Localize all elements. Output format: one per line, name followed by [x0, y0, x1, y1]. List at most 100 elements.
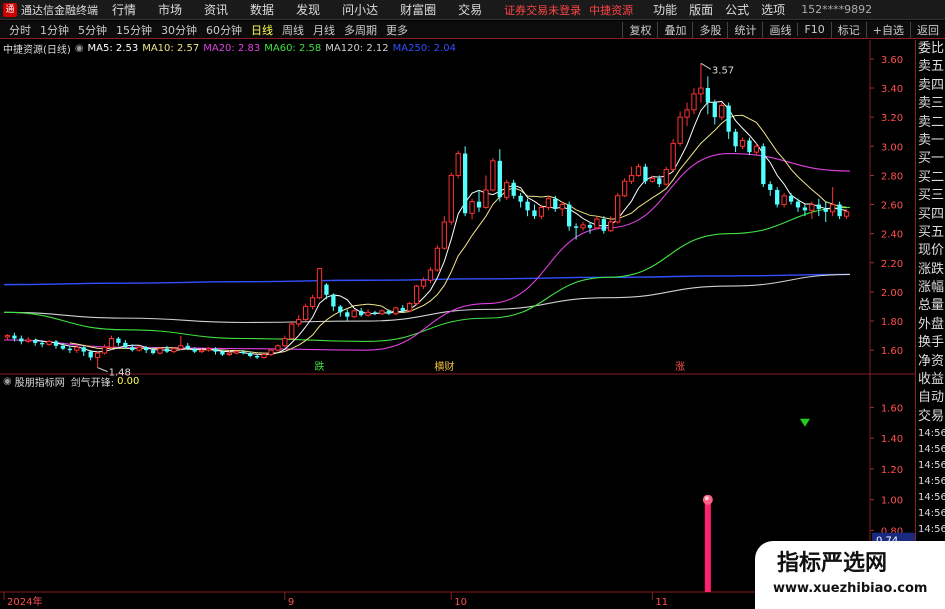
- candle-body-up: [351, 310, 357, 318]
- tool-overlay[interactable]: 叠加: [657, 21, 692, 38]
- menu-layout[interactable]: 版面: [689, 1, 713, 18]
- period-monthly[interactable]: 月线: [313, 22, 335, 38]
- period-weekly[interactable]: 周线: [282, 22, 304, 38]
- candle-body-down: [837, 204, 842, 217]
- xaxis-label: 10: [454, 597, 467, 608]
- tool-f10[interactable]: F10: [797, 23, 830, 36]
- tool-multi-stock[interactable]: 多股: [692, 21, 727, 38]
- user-id[interactable]: 152****9892: [801, 3, 872, 16]
- quote-item-2[interactable]: 卖四: [916, 77, 945, 95]
- candle-body-down: [213, 348, 218, 352]
- candle-body-down: [88, 351, 93, 358]
- candle-body-down: [768, 184, 773, 190]
- period-intraday[interactable]: 分时: [9, 22, 31, 38]
- price-tick-label: 1.80: [881, 317, 903, 328]
- quote-item-4[interactable]: 卖二: [916, 114, 945, 132]
- quote-item-17[interactable]: 净资: [916, 353, 945, 371]
- candle-body-down: [39, 342, 45, 345]
- candle-body-down: [372, 312, 378, 314]
- candle-body-up: [608, 221, 614, 232]
- candle-body-down: [657, 178, 662, 185]
- quote-item-3[interactable]: 卖三: [916, 95, 945, 113]
- candle-body-down: [788, 195, 794, 202]
- menu-trade[interactable]: 交易: [458, 1, 482, 18]
- period-more[interactable]: 更多: [386, 22, 408, 38]
- indicator-spike-bar: [704, 499, 711, 592]
- candle-body-down: [345, 312, 350, 317]
- quote-item-9[interactable]: 买四: [916, 206, 945, 224]
- quote-item-7[interactable]: 买二: [916, 169, 945, 187]
- high-pointer: [700, 62, 712, 70]
- menu-ask[interactable]: 问小达: [342, 1, 378, 18]
- period-daily[interactable]: 日线: [251, 22, 273, 38]
- menu-formula[interactable]: 公式: [725, 1, 749, 18]
- menu-options[interactable]: 选项: [761, 1, 785, 18]
- menu-news[interactable]: 资讯: [204, 1, 228, 18]
- event-marker-m2: 横财: [434, 360, 454, 373]
- candle-body-up: [580, 224, 586, 229]
- quote-item-18[interactable]: 收益: [916, 371, 945, 389]
- quote-item-13[interactable]: 涨幅: [916, 279, 945, 297]
- period-5min[interactable]: 5分钟: [78, 22, 107, 38]
- candle-body-up: [282, 338, 288, 347]
- menu-wealth[interactable]: 财富圈: [400, 1, 436, 18]
- period-60min[interactable]: 60分钟: [206, 22, 242, 38]
- tool-rights[interactable]: 复权: [622, 21, 657, 38]
- quote-item-12[interactable]: 涨跌: [916, 261, 945, 279]
- app-title: 通达信金融终端: [21, 3, 98, 17]
- candle-body-up: [677, 116, 683, 144]
- login-warning[interactable]: 证券交易未登录: [504, 2, 581, 18]
- candle-body-up: [108, 338, 115, 348]
- menu-data[interactable]: 数据: [250, 1, 274, 18]
- title-bar: 通 通达信金融终端 行情 市场 资讯 数据 发现 问小达 财富圈 交易 证券交易…: [0, 0, 945, 20]
- candle-body-up: [615, 195, 621, 223]
- app-window: { "app":{"title":"通达信金融终端","menu":["行情",…: [0, 0, 945, 609]
- candle-body-up: [753, 145, 760, 153]
- tool-mark[interactable]: 标记: [830, 21, 866, 38]
- price-tick-label: 2.60: [881, 201, 903, 212]
- quote-item-19[interactable]: 自动: [916, 389, 945, 407]
- quote-item-0[interactable]: 委比: [916, 40, 945, 58]
- price-tick-label: 2.80: [881, 171, 903, 182]
- quote-item-1[interactable]: 卖五: [916, 58, 945, 76]
- candle-body-down: [12, 335, 17, 339]
- menu-function[interactable]: 功能: [653, 1, 677, 18]
- menu-market[interactable]: 市场: [158, 1, 182, 18]
- quote-item-20[interactable]: 交易: [916, 408, 945, 426]
- xaxis-label: 2024年: [7, 595, 42, 608]
- trade-time-0: 14:56: [918, 428, 945, 440]
- price-tick-label: 3.20: [881, 113, 903, 124]
- candle-body-up: [101, 346, 108, 354]
- menu-discover[interactable]: 发现: [296, 1, 320, 18]
- quote-item-16[interactable]: 换手: [916, 334, 945, 352]
- candle-body-down: [712, 102, 717, 118]
- period-multi[interactable]: 多周期: [344, 22, 377, 38]
- tool-stats[interactable]: 统计: [727, 21, 762, 38]
- candle-body-down: [144, 347, 149, 351]
- tool-back[interactable]: 返回: [910, 21, 945, 38]
- candle-body-up: [698, 87, 704, 95]
- candle-body-down: [462, 153, 468, 214]
- quote-item-6[interactable]: 买一: [916, 150, 945, 168]
- quote-item-5[interactable]: 卖一: [916, 132, 945, 150]
- quote-item-15[interactable]: 外盘: [916, 316, 945, 334]
- period-15min[interactable]: 15分钟: [116, 22, 152, 38]
- kline-chart[interactable]: 3.60 3.40 3.20 3.00 2.80 2.60 2.40 2.20 2.00 1.80…: [0, 40, 915, 609]
- candle-body-down: [532, 210, 537, 217]
- candle-body-up: [136, 346, 142, 351]
- period-1min[interactable]: 1分钟: [40, 22, 69, 38]
- price-tick-label: 2.40: [881, 230, 903, 241]
- candle-body-up: [719, 105, 725, 118]
- quote-item-8[interactable]: 买三: [916, 187, 945, 205]
- price-tick-label: 2.00: [881, 288, 903, 299]
- tool-add-watch[interactable]: +自选: [865, 21, 910, 38]
- candle-body-down: [775, 189, 780, 205]
- candle-body-down: [525, 201, 530, 211]
- quote-item-14[interactable]: 总量: [916, 297, 945, 315]
- period-30min[interactable]: 30分钟: [161, 22, 197, 38]
- quote-item-10[interactable]: 买五: [916, 224, 945, 242]
- menu-quotes[interactable]: 行情: [112, 1, 136, 18]
- indicator-tick-label: 1.20: [881, 465, 903, 476]
- quote-item-11[interactable]: 现价: [916, 242, 945, 260]
- tool-draw[interactable]: 画线: [762, 21, 797, 38]
